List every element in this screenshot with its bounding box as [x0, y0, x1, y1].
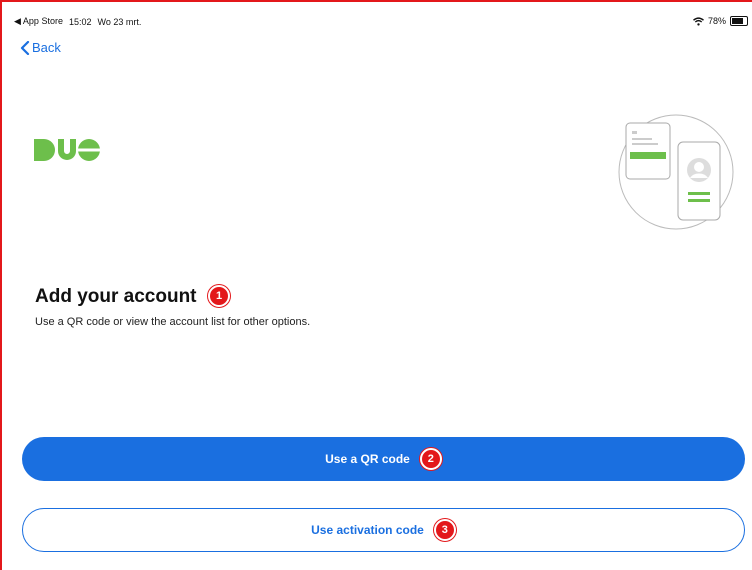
account-illustration: [616, 112, 736, 237]
duo-logo: [34, 139, 100, 166]
status-date: Wo 23 mrt.: [97, 16, 142, 27]
use-activation-code-button[interactable]: Use activation code 3: [22, 508, 745, 552]
back-to-app-store[interactable]: ◀ App Store: [14, 16, 63, 27]
qr-button-label: Use a QR code: [325, 452, 410, 466]
screenshot-frame: [0, 0, 752, 570]
status-time: 15:02: [68, 16, 92, 27]
status-bar: ◀ App Store 15:02 Wo 23 mrt. 78%: [14, 16, 750, 30]
page-title: Add your account: [35, 286, 197, 307]
annotation-badge-1: 1: [208, 285, 230, 307]
annotation-badge-3: 3: [433, 519, 456, 541]
page-subtitle: Use a QR code or view the account list f…: [35, 316, 311, 328]
annotation-badge-2: 2: [419, 448, 442, 470]
back-button[interactable]: Back: [20, 40, 61, 55]
battery-percentage: 78%: [707, 16, 726, 26]
chevron-left-icon: [20, 40, 30, 55]
activation-button-label: Use activation code: [311, 523, 424, 537]
wifi-icon: [693, 16, 704, 26]
battery-fill: [732, 18, 743, 24]
use-qr-code-button[interactable]: Use a QR code 2: [22, 437, 745, 481]
battery-icon: [730, 16, 748, 26]
back-label: Back: [32, 40, 61, 55]
